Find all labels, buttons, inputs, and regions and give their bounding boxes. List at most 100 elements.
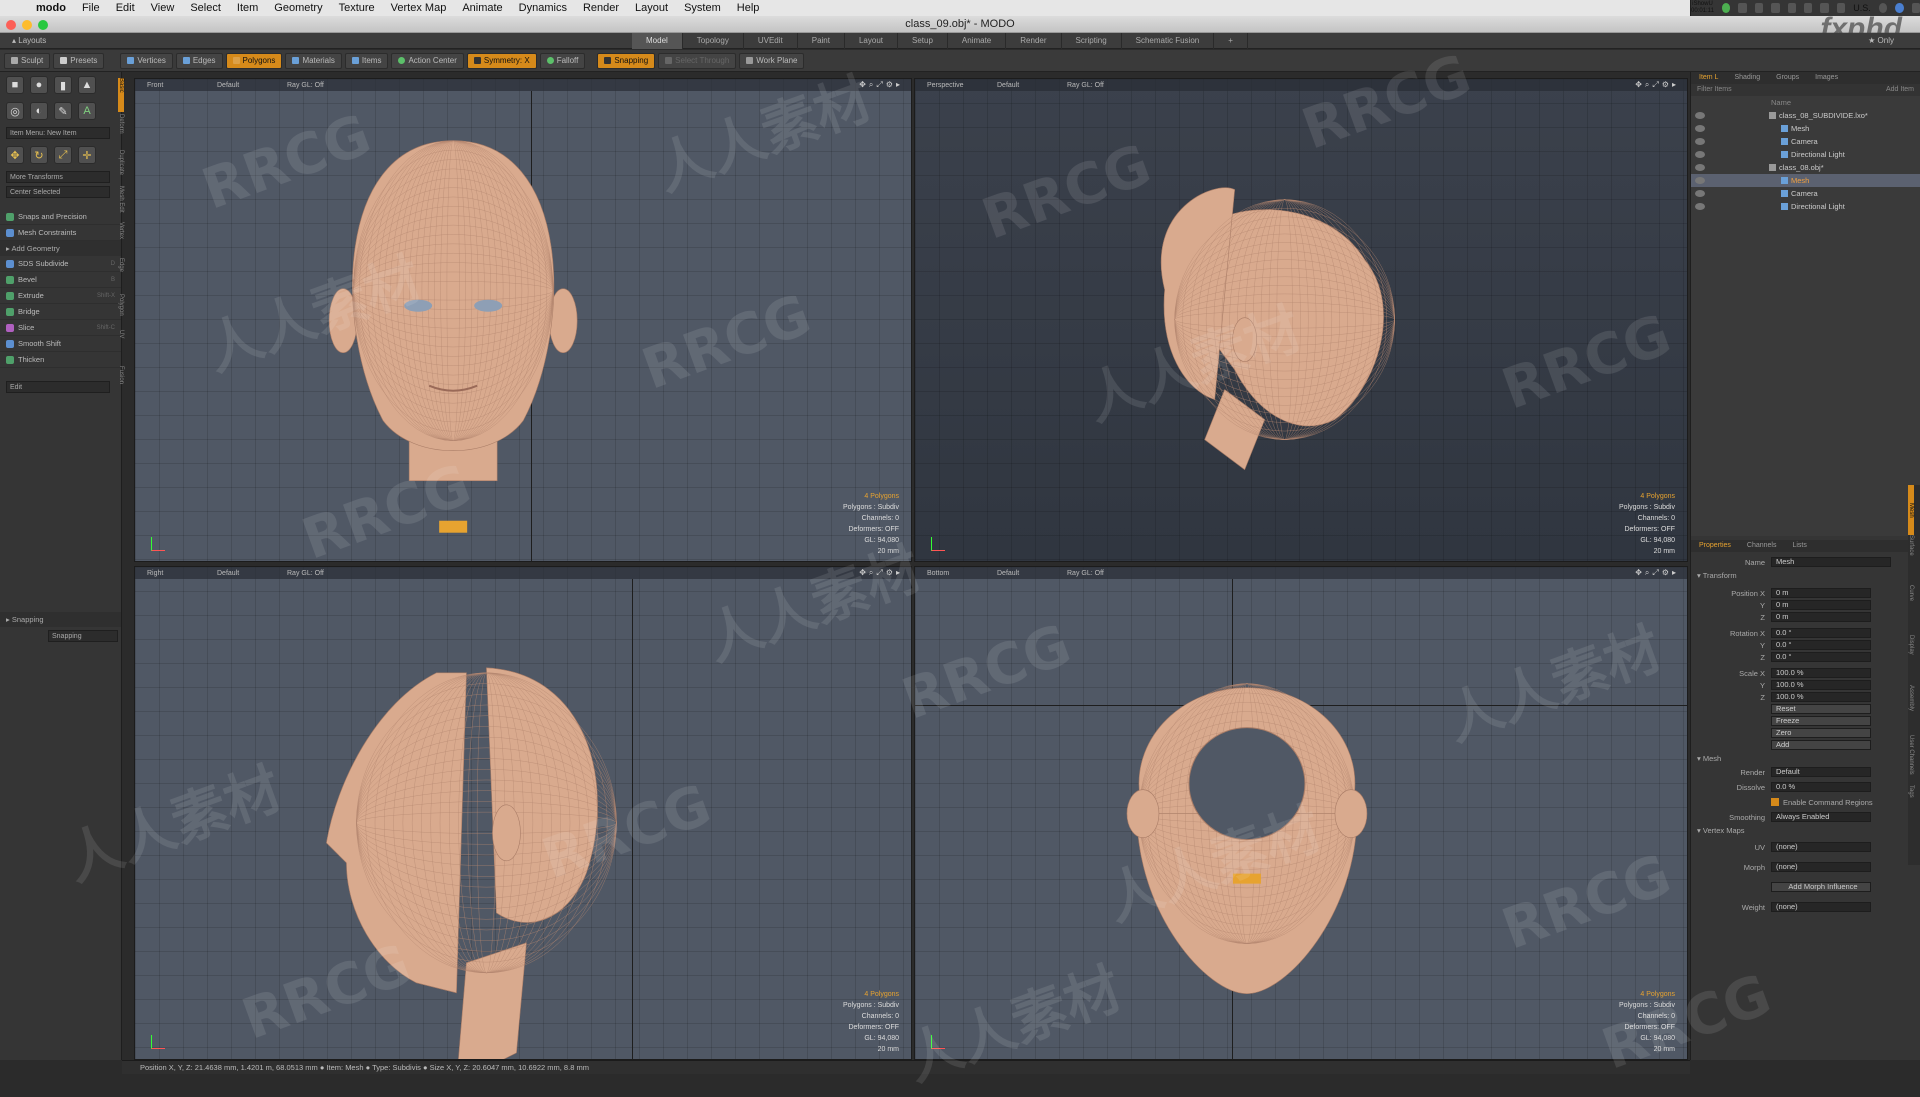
cube-icon[interactable]: ■ [6, 76, 24, 94]
tool-slice[interactable]: Slice Shift-C [0, 320, 121, 336]
action-center-button[interactable]: Action Center [391, 52, 464, 69]
bluetooth-icon[interactable] [1771, 3, 1780, 13]
only-toggle[interactable]: ★ Only [1868, 36, 1894, 45]
tool-smooth-shift[interactable]: Smooth Shift [0, 336, 121, 352]
filter-items-field[interactable]: Filter Items [1697, 86, 1732, 94]
viewport-right[interactable]: Right Default Ray GL: Off ✥⌕⤢⚙▸ 4 Polygons Po… [134, 566, 912, 1060]
tree-row[interactable]: Mesh [1691, 174, 1920, 187]
name-field[interactable]: Mesh [1771, 557, 1891, 567]
snapping-section[interactable]: ▸ Snapping [0, 612, 121, 627]
tool-extrude[interactable]: Extrude Shift-X [0, 288, 121, 304]
menu-geometry[interactable]: Geometry [266, 2, 330, 14]
tab-scripting[interactable]: Scripting [1062, 33, 1122, 49]
visibility-eye-icon[interactable] [1695, 164, 1705, 171]
status-icon[interactable] [1721, 3, 1731, 13]
menu-edit[interactable]: Edit [108, 2, 143, 14]
menu-system[interactable]: System [676, 2, 729, 14]
vertices-mode-button[interactable]: Vertices [120, 52, 173, 69]
vtab-deform[interactable]: Deform [118, 114, 124, 148]
minimize-window-button[interactable] [22, 20, 32, 30]
snapping-button[interactable]: Snapping [597, 52, 656, 69]
menu-item[interactable]: Item [229, 2, 266, 14]
tab-paint[interactable]: Paint [798, 33, 845, 49]
transform-section[interactable]: ▾ Transform [1691, 568, 1920, 583]
menu-animate[interactable]: Animate [454, 2, 510, 14]
items-mode-button[interactable]: Items [344, 52, 389, 69]
vtab-duplicate[interactable]: Duplicate [118, 150, 124, 184]
notification-center-icon[interactable] [1911, 3, 1920, 13]
presets-button[interactable]: Presets [53, 52, 105, 69]
menu-layout[interactable]: Layout [627, 2, 676, 14]
tab-topology[interactable]: Topology [683, 33, 744, 49]
zoom-window-button[interactable] [38, 20, 48, 30]
transform-value-field[interactable]: 0 m [1771, 588, 1871, 598]
symmetry-button[interactable]: Symmetry: X [466, 52, 537, 69]
tree-row[interactable]: Directional Light [1691, 148, 1920, 161]
tab-animate[interactable]: Animate [948, 33, 1007, 49]
visibility-eye-icon[interactable] [1695, 177, 1705, 184]
item-tab-item-l[interactable]: Item L [1691, 72, 1726, 84]
tree-row[interactable]: Directional Light [1691, 200, 1920, 213]
transform-value-field[interactable]: 0.0 ° [1771, 628, 1871, 638]
close-window-button[interactable] [6, 20, 16, 30]
tab-uvedit[interactable]: UVEdit [744, 33, 798, 49]
tool-thicken[interactable]: Thicken [0, 352, 121, 368]
tab-layout[interactable]: Layout [845, 33, 898, 49]
capsule-icon[interactable]: ◐ [30, 102, 48, 120]
visibility-eye-icon[interactable] [1695, 190, 1705, 197]
raygl-toggle[interactable]: Ray GL: Off [1055, 570, 1125, 577]
vtab-vertex[interactable]: Vertex [118, 222, 124, 256]
side-tab-assembly[interactable]: Assembly [1908, 685, 1914, 735]
edges-mode-button[interactable]: Edges [175, 52, 223, 69]
visibility-eye-icon[interactable] [1695, 112, 1705, 119]
enable-command-regions-checkbox[interactable]: Enable Command Regions [1771, 798, 1873, 807]
move-icon[interactable]: ✥ [6, 146, 24, 164]
cone-icon[interactable]: ▲ [78, 76, 96, 94]
cylinder-icon[interactable]: ▮ [54, 76, 72, 94]
viewport-controls[interactable]: ✥⌕⤢⚙▸ [1623, 568, 1687, 578]
weight-dropdown[interactable]: (none) [1771, 902, 1871, 912]
viewport-controls[interactable]: ✥⌕⤢⚙▸ [1623, 80, 1687, 90]
snaps-precision-button[interactable]: Snaps and Precision [0, 209, 121, 225]
transform-value-field[interactable]: 0 m [1771, 600, 1871, 610]
rotate-icon[interactable]: ↻ [30, 146, 48, 164]
tab-schematic-fusion[interactable]: Schematic Fusion [1122, 33, 1215, 49]
shading-menu[interactable]: Default [205, 82, 275, 89]
wifi-icon[interactable] [1804, 3, 1813, 13]
falloff-button[interactable]: Falloff [539, 52, 586, 69]
menu-vertex-map[interactable]: Vertex Map [383, 2, 455, 14]
menu-texture[interactable]: Texture [331, 2, 383, 14]
pen-icon[interactable]: ✎ [54, 102, 72, 120]
view-type-menu[interactable]: Front [135, 82, 205, 89]
menu-select[interactable]: Select [182, 2, 229, 14]
snapping-toggle[interactable]: Snapping [48, 630, 118, 642]
vtab-polygon[interactable]: Polygon [118, 294, 124, 328]
tool-bridge[interactable]: Bridge [0, 304, 121, 320]
mesh-constraints-button[interactable]: Mesh Constraints [0, 225, 121, 241]
visibility-eye-icon[interactable] [1695, 151, 1705, 158]
center-selected-dropdown[interactable]: Center Selected [6, 186, 110, 198]
visibility-eye-icon[interactable] [1695, 203, 1705, 210]
raygl-toggle[interactable]: Ray GL: Off [1055, 82, 1125, 89]
side-tab-tags[interactable]: Tags [1908, 785, 1914, 835]
add-button[interactable]: Add [1771, 740, 1871, 750]
transform-value-field[interactable]: 0.0 ° [1771, 652, 1871, 662]
text-tool-icon[interactable]: A [78, 102, 96, 120]
evernote-icon[interactable] [1754, 3, 1764, 13]
raygl-toggle[interactable]: Ray GL: Off [275, 82, 345, 89]
add-tab-button[interactable]: + [1214, 33, 1248, 49]
tool-bevel[interactable]: Bevel B [0, 272, 121, 288]
torus-icon[interactable]: ◎ [6, 102, 24, 120]
transform-value-field[interactable]: 100.0 % [1771, 692, 1871, 702]
prop-tab-channels[interactable]: Channels [1739, 540, 1785, 552]
prop-tab-properties[interactable]: Properties [1691, 540, 1739, 552]
render-dropdown[interactable]: Default [1771, 767, 1871, 777]
vtab-basic[interactable]: Basic [118, 78, 124, 112]
app-menu[interactable]: modo [28, 2, 74, 14]
sphere-icon[interactable]: ● [30, 76, 48, 94]
viewport-perspective[interactable]: Perspective Default Ray GL: Off ✥⌕⤢⚙▸ 4 Poly… [914, 78, 1688, 562]
prop-tab-lists[interactable]: Lists [1784, 540, 1814, 552]
tool-sds-subdivide[interactable]: SDS Subdivide D [0, 256, 121, 272]
tree-row[interactable]: Camera [1691, 135, 1920, 148]
transform-value-field[interactable]: 100.0 % [1771, 680, 1871, 690]
